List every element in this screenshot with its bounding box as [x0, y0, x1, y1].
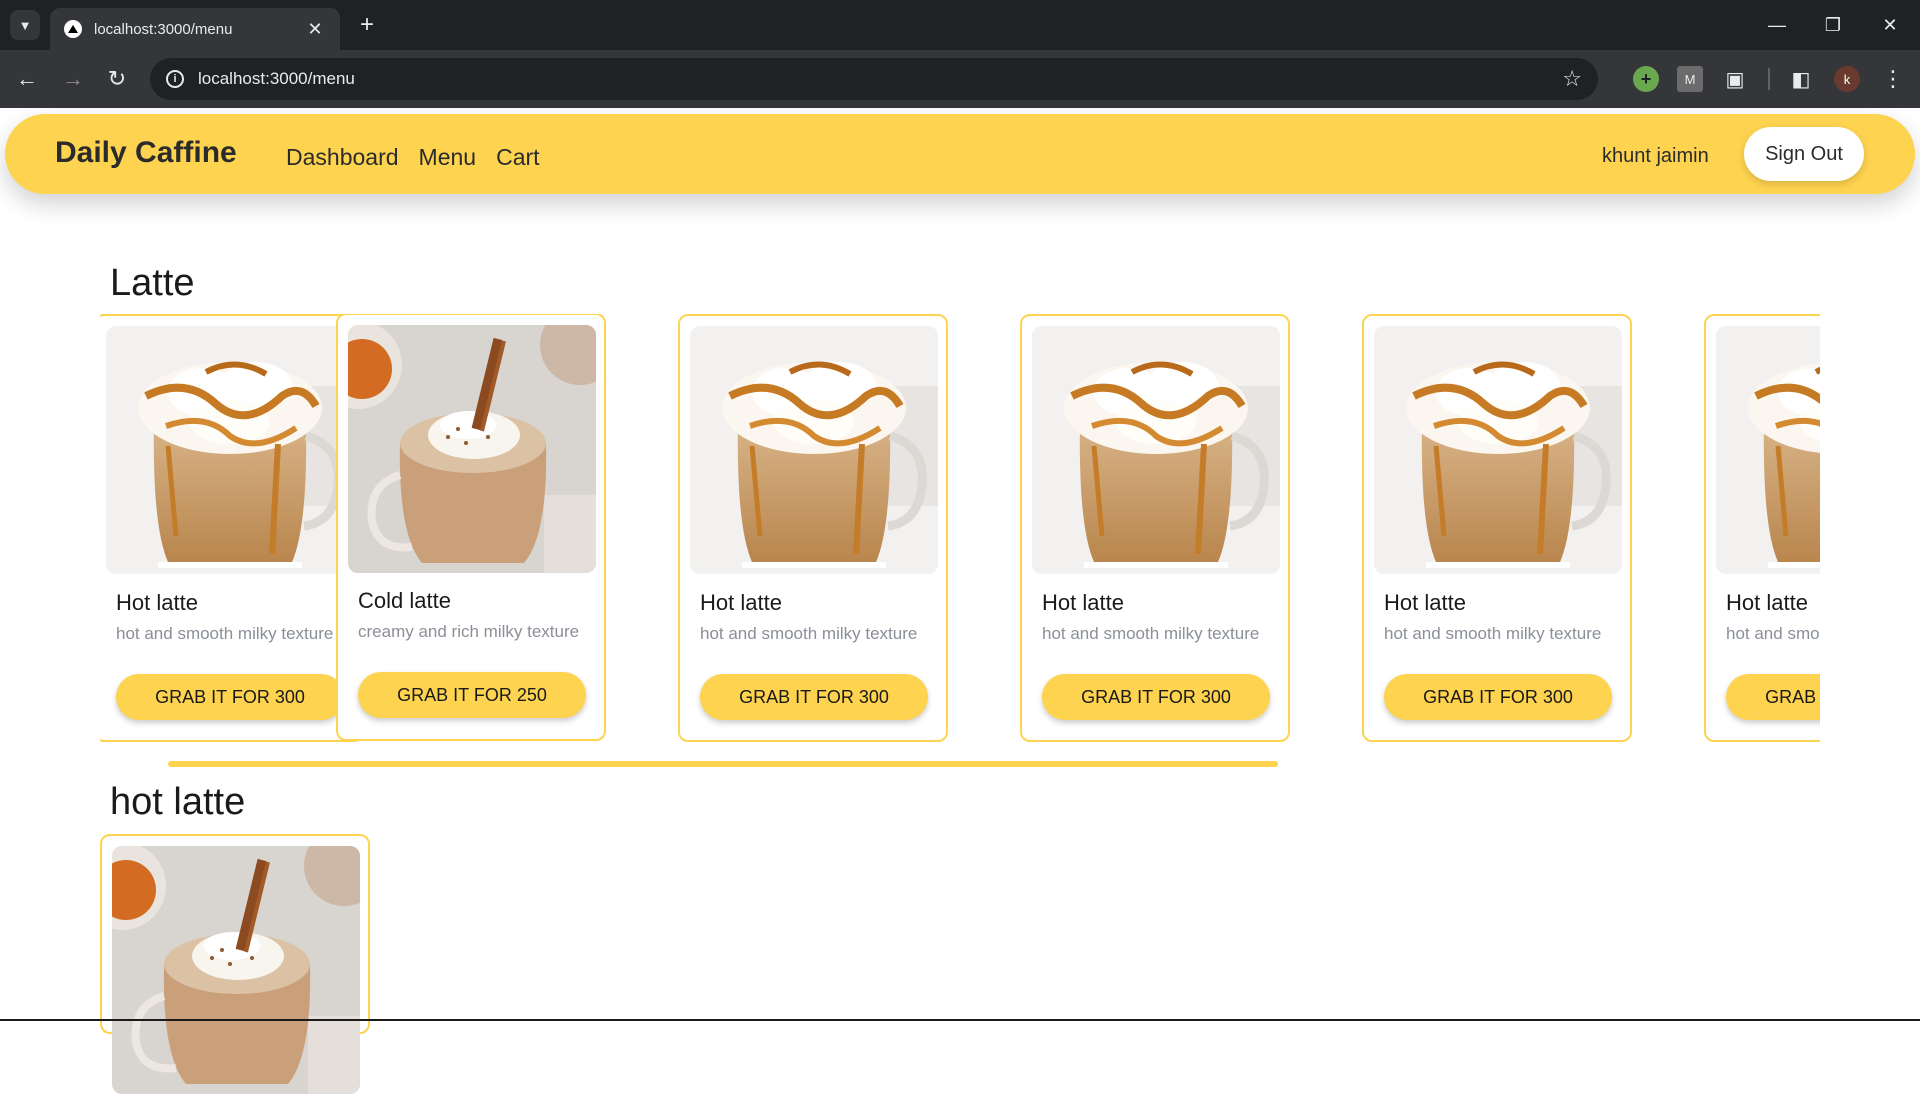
product-name: Hot latte — [1726, 590, 1808, 615]
side-panel-icon[interactable]: ◧ — [1788, 66, 1814, 92]
restore-icon[interactable]: ❐ — [1805, 0, 1861, 50]
caramel-latte-image — [1716, 326, 1820, 574]
forward-arrow-icon[interactable]: → — [56, 62, 90, 96]
product-card — [100, 834, 370, 1034]
product-card: Hot latte hot and smooth milky texture G… — [1704, 314, 1820, 742]
url-input[interactable] — [198, 69, 1563, 89]
brand-logo-text[interactable]: Daily Caffine — [55, 136, 237, 170]
nav-cart[interactable]: Cart — [496, 144, 539, 171]
product-description: hot and smooth milky texture — [1042, 624, 1260, 643]
product-card: Hot latte hot and smooth milky texture G… — [1020, 314, 1290, 742]
product-name: Hot latte — [116, 590, 198, 615]
grab-button[interactable]: GRAB IT FOR 300 — [700, 674, 928, 720]
new-tab-plus-icon[interactable]: + — [352, 10, 382, 40]
product-card: Hot latte hot and smooth milky texture G… — [678, 314, 948, 742]
product-name: Hot latte — [1384, 590, 1466, 615]
profile-avatar[interactable]: k — [1834, 66, 1860, 92]
app-header: Daily Caffine Dashboard Menu Cart khunt … — [5, 114, 1915, 194]
nav-dashboard[interactable]: Dashboard — [286, 144, 399, 171]
product-description: hot and smooth milky texture — [116, 624, 334, 643]
address-bar[interactable]: i ☆ — [150, 58, 1598, 100]
product-name: Cold latte — [358, 588, 451, 613]
extensions-puzzle-icon[interactable]: ▣ — [1722, 66, 1748, 92]
sign-out-button[interactable]: Sign Out — [1744, 127, 1864, 181]
tab-title: localhost:3000/menu — [94, 20, 233, 38]
main-nav: Dashboard Menu Cart — [286, 144, 540, 171]
product-description: hot and smooth milky texture — [700, 624, 918, 643]
grab-button[interactable]: GRAB IT FOR 250 — [358, 672, 586, 718]
minimize-icon[interactable]: — — [1749, 0, 1805, 50]
product-card: Cold latte creamy and rich milky texture… — [336, 314, 606, 741]
nav-menu[interactable]: Menu — [419, 144, 477, 171]
bookmark-star-icon[interactable]: ☆ — [1562, 66, 1582, 92]
reload-icon[interactable]: ↻ — [100, 62, 134, 96]
tab-close-icon[interactable]: ✕ — [304, 19, 326, 40]
tab-search-chevron-icon[interactable]: ▼ — [10, 10, 40, 40]
browser-toolbar: ← → ↻ i ☆ + M ▣ ◧ k ⋮ — [0, 50, 1920, 108]
cinnamon-latte-image — [112, 846, 360, 1094]
carousel-scrollbar[interactable] — [168, 761, 1278, 767]
caramel-latte-image — [106, 326, 354, 574]
browser-tabbar: ▼ localhost:3000/menu ✕ + — ❐ ✕ — [0, 0, 1920, 50]
product-description: hot and smooth milky texture — [1384, 624, 1602, 643]
grab-button[interactable]: GRAB IT FOR 300 — [1384, 674, 1612, 720]
username-label: khunt jaimin — [1602, 145, 1709, 167]
grab-button[interactable]: GRAB IT FOR 300 — [1726, 674, 1820, 720]
product-name: Hot latte — [700, 590, 782, 615]
extension-m-icon[interactable]: M — [1677, 66, 1703, 92]
back-arrow-icon[interactable]: ← — [10, 62, 44, 96]
product-card: Hot latte hot and smooth milky texture G… — [100, 314, 364, 742]
product-description: creamy and rich milky texture — [358, 622, 580, 641]
vercel-favicon-icon — [64, 20, 82, 38]
product-description: hot and smooth milky texture — [1726, 624, 1820, 643]
product-card: Hot latte hot and smooth milky texture G… — [1362, 314, 1632, 742]
grab-button[interactable]: GRAB IT FOR 300 — [116, 674, 344, 720]
chrome-menu-icon[interactable]: ⋮ — [1880, 66, 1906, 92]
window-close-icon[interactable]: ✕ — [1862, 0, 1918, 50]
browser-tab-active[interactable]: localhost:3000/menu ✕ — [50, 8, 340, 50]
site-info-icon[interactable]: i — [166, 70, 184, 88]
latte-carousel[interactable]: Hot latte hot and smooth milky texture G… — [100, 314, 1820, 744]
caramel-latte-image — [1032, 326, 1280, 574]
section-title-latte: Latte — [110, 262, 195, 304]
caramel-latte-image — [690, 326, 938, 574]
grab-button[interactable]: GRAB IT FOR 300 — [1042, 674, 1270, 720]
section-title-hot-latte: hot latte — [110, 781, 246, 823]
caramel-latte-image — [1374, 326, 1622, 574]
toolbar-divider — [1768, 68, 1770, 90]
cinnamon-latte-image — [348, 325, 596, 573]
product-name: Hot latte — [1042, 590, 1124, 615]
extension-plus-icon[interactable]: + — [1633, 66, 1659, 92]
